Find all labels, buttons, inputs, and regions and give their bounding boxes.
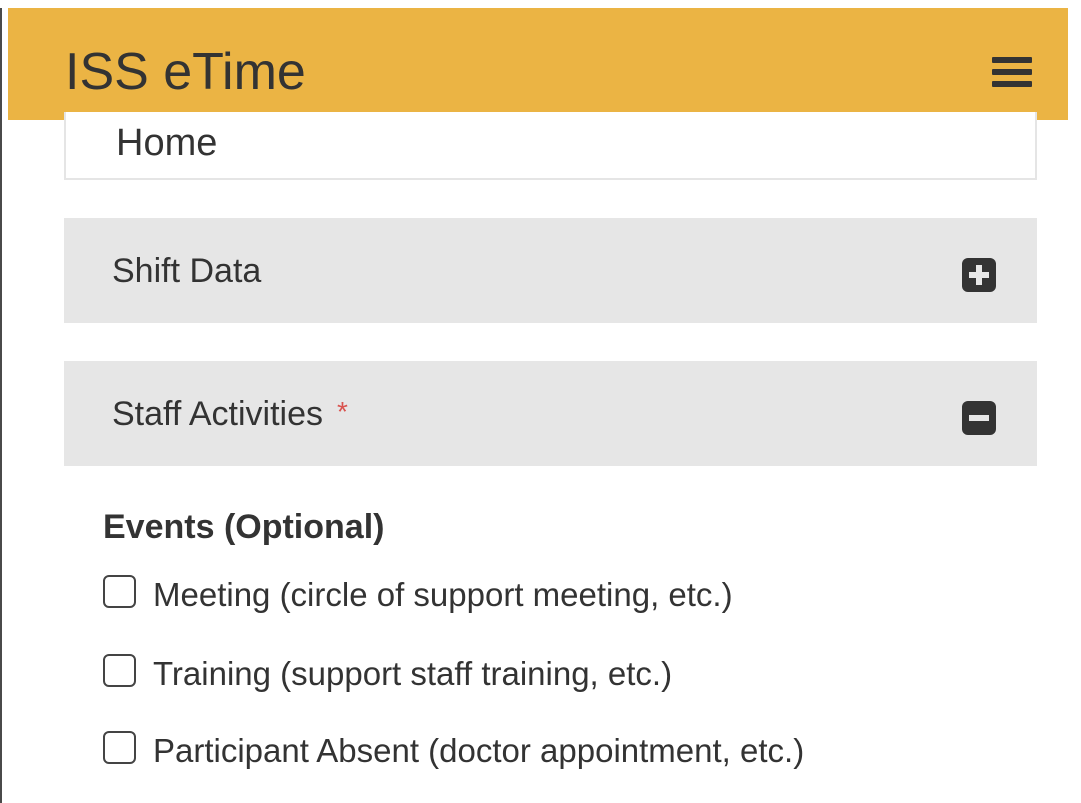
participant-absent-label: Participant Absent (doctor appointment, … (153, 732, 805, 769)
page: ISS eTime Home Shift Data Staff Activiti… (0, 0, 1081, 803)
minus-square-icon[interactable] (962, 401, 996, 435)
app-title: ISS eTime (65, 43, 306, 101)
menu-bar (992, 57, 1032, 63)
training-label: Training (support staff training, etc.) (153, 655, 673, 692)
shift-data-label: Shift Data (112, 252, 262, 290)
menu-bar (992, 81, 1032, 87)
hamburger-menu-icon[interactable] (992, 57, 1032, 91)
plus-square-icon[interactable] (962, 258, 996, 292)
staff-activities-label: Staff Activities * (112, 395, 348, 434)
home-nav-item[interactable]: Home (64, 112, 1037, 180)
staff-activities-text: Staff Activities (112, 395, 324, 433)
plus-vertical (976, 265, 982, 285)
home-label: Home (116, 122, 218, 164)
required-marker: * (337, 396, 348, 427)
meeting-checkbox[interactable] (103, 575, 136, 608)
training-checkbox[interactable] (103, 654, 136, 687)
events-heading: Events (Optional) (103, 508, 385, 546)
header-corner (0, 0, 8, 8)
meeting-label: Meeting (circle of support meeting, etc.… (153, 576, 733, 613)
menu-bar (992, 69, 1032, 75)
shift-data-panel-header[interactable]: Shift Data (64, 218, 1037, 323)
minus-horizontal (969, 415, 989, 421)
participant-absent-checkbox[interactable] (103, 731, 136, 764)
app-header: ISS eTime (8, 8, 1068, 120)
staff-activities-panel-header[interactable]: Staff Activities * (64, 361, 1037, 466)
left-border (0, 0, 2, 803)
